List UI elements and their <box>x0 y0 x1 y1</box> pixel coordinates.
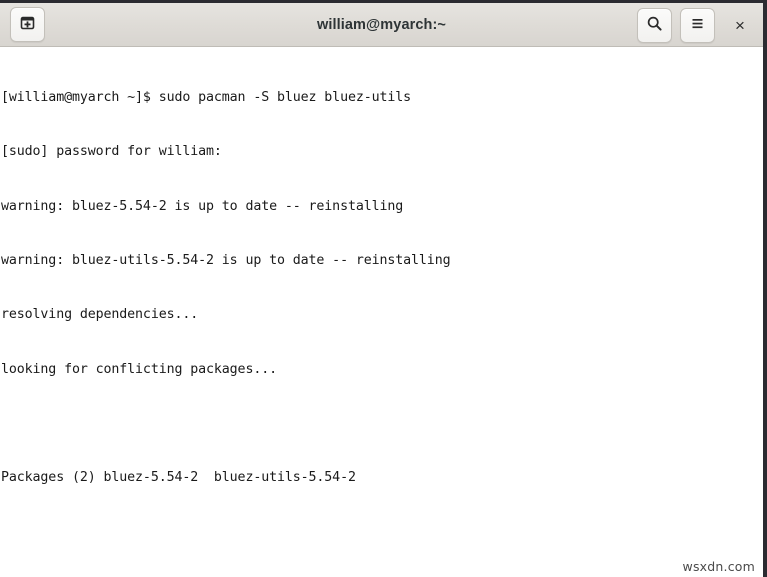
window-frame-right <box>763 0 767 577</box>
tab-plus-icon <box>19 14 36 36</box>
search-icon <box>646 15 663 37</box>
window-titlebar: william@myarch:~ × <box>0 3 763 47</box>
new-tab-button[interactable] <box>10 7 45 42</box>
terminal-line: Packages (2) bluez-5.54-2 bluez-utils-5.… <box>1 470 356 486</box>
terminal-line: warning: bluez-5.54-2 is up to date -- r… <box>1 198 404 214</box>
terminal-text: [william@myarch ~]$ sudo pacman -S bluez… <box>1 53 763 577</box>
terminal-line: [william@myarch ~]$ sudo pacman -S bluez… <box>1 90 412 106</box>
menu-button[interactable] <box>680 8 715 43</box>
search-button[interactable] <box>637 8 672 43</box>
watermark: wsxdn.com <box>682 559 755 574</box>
close-icon: × <box>735 16 745 35</box>
terminal-line: resolving dependencies... <box>1 307 199 323</box>
terminal-line: looking for conflicting packages... <box>1 361 277 377</box>
hamburger-menu-icon <box>689 15 706 37</box>
terminal-window: william@myarch:~ × [william@myarch ~]$ s… <box>0 0 767 577</box>
terminal-output-area[interactable]: [william@myarch ~]$ sudo pacman -S bluez… <box>0 48 763 577</box>
terminal-line: warning: bluez-utils-5.54-2 is up to dat… <box>1 253 451 269</box>
terminal-line: [sudo] password for william: <box>1 144 222 160</box>
close-button[interactable]: × <box>727 13 753 39</box>
titlebar-actions: × <box>637 8 757 43</box>
